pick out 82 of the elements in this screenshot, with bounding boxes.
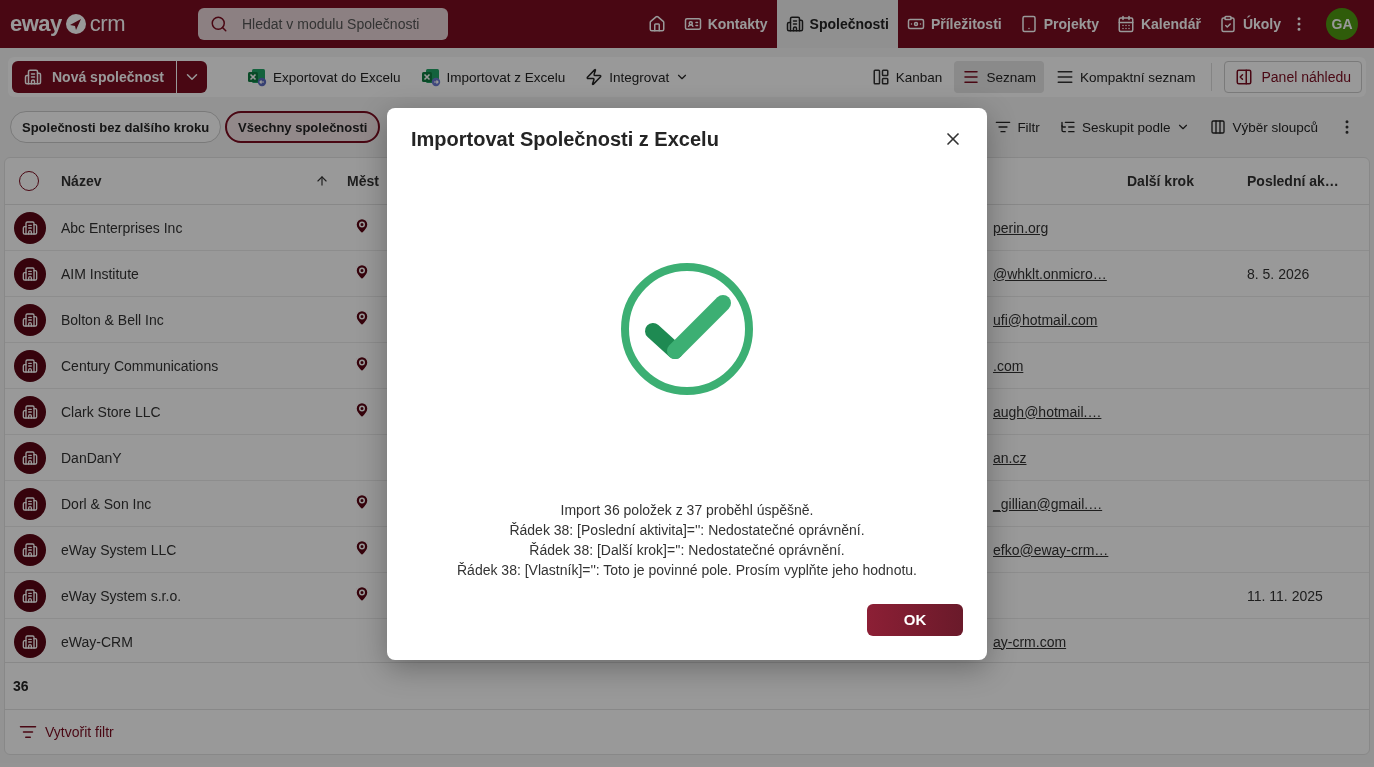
lightning-icon: [585, 68, 604, 86]
building-icon: [22, 219, 38, 236]
nav-tab[interactable]: Úkoly: [1209, 0, 1290, 48]
building-icon: [22, 449, 38, 466]
column-header[interactable]: Název: [61, 173, 102, 189]
nav-tab[interactable]: Kalendář: [1107, 0, 1210, 48]
table-cell-text: eWay System s.r.o.: [61, 587, 183, 604]
column-header[interactable]: Poslední ak…: [1247, 173, 1339, 189]
toolbar-button[interactable]: Seskupit podle: [1051, 111, 1199, 143]
create-filter-button[interactable]: Vytvořit filtr: [13, 722, 120, 742]
email-link[interactable]: ufi@hotmail.com: [993, 311, 1098, 328]
toolbar-button[interactable]: Integrovat: [577, 61, 698, 93]
new-company-button[interactable]: Nová společnost: [12, 61, 177, 93]
nav-tab[interactable]: Společnosti: [776, 0, 898, 48]
email-link[interactable]: .com: [993, 357, 1024, 374]
home-icon: [647, 15, 666, 33]
table-cell-text: Dorl & Son Inc: [61, 495, 153, 512]
table-cell: 11. 11. 2025: [1247, 587, 1323, 604]
table-cell-text: DanDanY: [61, 449, 123, 466]
table-cell-text: AIM Institute: [61, 265, 140, 282]
email-link[interactable]: ay-crm.com: [993, 633, 1067, 650]
email-link[interactable]: augh@hotmail.…: [993, 403, 1102, 420]
lines-icon: [1055, 68, 1074, 86]
building-icon: [24, 68, 42, 86]
email-link[interactable]: @whklt.onmicro…: [993, 265, 1107, 282]
column-header[interactable]: Měst: [347, 173, 379, 189]
preview-panel-button[interactable]: Panel náhledu: [1224, 61, 1362, 93]
search-icon: [210, 15, 228, 33]
nav-tab[interactable]: Projekty: [1010, 0, 1108, 48]
nav-tab[interactable]: Příležitosti: [897, 0, 1011, 48]
column-header[interactable]: Další krok: [1127, 173, 1194, 189]
calendar-icon: [1116, 15, 1135, 33]
table-cell-text: eWay-CRM: [61, 633, 134, 650]
building-icon: [22, 495, 38, 512]
tablet-icon: [1019, 15, 1038, 33]
building-icon: [22, 311, 38, 328]
panel-icon: [1235, 68, 1254, 86]
list-icon: [1059, 119, 1076, 135]
email-link[interactable]: perin.org: [993, 219, 1049, 236]
search-field[interactable]: Hledat v modulu Společnosti: [198, 8, 448, 40]
filter-chip[interactable]: Společnosti bez dalšího kroku: [10, 111, 222, 143]
spreadsheet-icon: [247, 67, 268, 87]
table-cell-text: Bolton & Bell Inc: [61, 311, 165, 328]
view-button[interactable]: Kanban: [863, 61, 951, 93]
email-link[interactable]: efko@eway-crm…: [993, 541, 1109, 558]
table-cell: 8. 5. 2026: [1247, 265, 1310, 282]
id-card-icon: [683, 15, 702, 33]
filter-icon: [19, 723, 37, 741]
table-cell-text: Abc Enterprises Inc: [61, 219, 184, 236]
building-icon: [22, 587, 38, 604]
logo: eway crm: [10, 11, 126, 37]
toolbar-button[interactable]: Importovat z Excelu: [412, 61, 574, 93]
building-icon: [22, 541, 38, 558]
table-cell-text: eWay System LLC: [61, 541, 178, 558]
toolbar-button[interactable]: Výběr sloupců: [1202, 111, 1326, 143]
nav-tab[interactable]: Kontakty: [674, 0, 777, 48]
toolbar-button[interactable]: Filtr: [987, 111, 1048, 143]
columns-icon: [1210, 119, 1227, 135]
view-button[interactable]: Seznam: [954, 61, 1044, 93]
filter-icon: [995, 119, 1012, 135]
success-check-icon: [619, 260, 755, 397]
toolbar-button[interactable]: Exportovat do Excelu: [239, 61, 409, 93]
table-cell-text: Clark Store LLC: [61, 403, 162, 420]
building-icon: [22, 633, 38, 650]
dropdown-button[interactable]: [176, 61, 208, 93]
record-count: 36: [13, 678, 29, 694]
import-result-message: Import 36 položek z 37 proběhl úspěšně. Řádek 38: [Poslední aktivita]='': Nedostatečné oprávnění. Řádek 38: [Další krok]='': Nedostatečné oprávnění. Řádek 38: [Vlastník]='': Toto je povinné pole. Prosím vyplňte jeho hodnotu.: [456, 500, 918, 580]
building-icon: [22, 265, 38, 282]
panels-icon: [871, 68, 890, 86]
email-link[interactable]: an.cz: [993, 449, 1027, 466]
building-icon: [22, 357, 38, 374]
dialog-title: Importovat Společnosti z Excelu: [411, 127, 719, 151]
view-button[interactable]: Kompaktní seznam: [1047, 61, 1204, 93]
table-cell-text: Century Communications: [61, 357, 220, 374]
filter-chip[interactable]: Všechny společnosti: [225, 111, 381, 143]
clipboard-check-icon: [1218, 15, 1237, 33]
ok-button[interactable]: OK: [867, 603, 963, 636]
building-icon: [22, 403, 38, 420]
email-link[interactable]: _gillian@gmail.…: [993, 495, 1103, 512]
menu-icon: [962, 68, 981, 86]
spreadsheet-icon: [420, 67, 441, 87]
building-icon: [785, 15, 804, 33]
